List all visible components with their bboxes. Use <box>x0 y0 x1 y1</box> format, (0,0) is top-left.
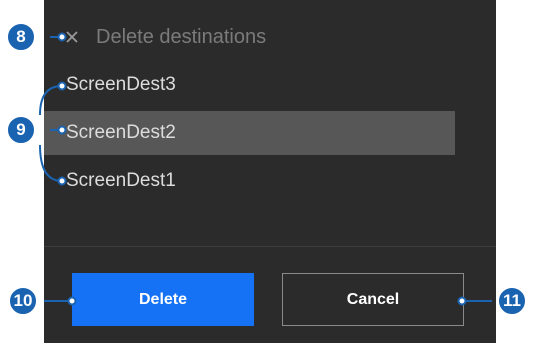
dialog-title: Delete destinations <box>96 26 267 48</box>
destination-label: ScreenDest3 <box>66 74 176 95</box>
delete-button[interactable]: Delete <box>72 273 254 326</box>
divider <box>44 246 496 247</box>
callout-11: 11 <box>497 286 527 316</box>
callout-10: 10 <box>8 286 38 316</box>
close-icon[interactable] <box>64 29 80 45</box>
cancel-button[interactable]: Cancel <box>282 273 464 326</box>
destination-item[interactable]: ScreenDest1 <box>44 159 455 203</box>
callout-9: 9 <box>6 115 36 145</box>
destination-label: ScreenDest1 <box>66 170 176 191</box>
destination-item[interactable]: ScreenDest3 <box>44 63 455 107</box>
callout-8: 8 <box>6 22 36 52</box>
destination-label: ScreenDest2 <box>66 122 176 143</box>
destination-item-selected[interactable]: ScreenDest2 <box>44 111 455 155</box>
